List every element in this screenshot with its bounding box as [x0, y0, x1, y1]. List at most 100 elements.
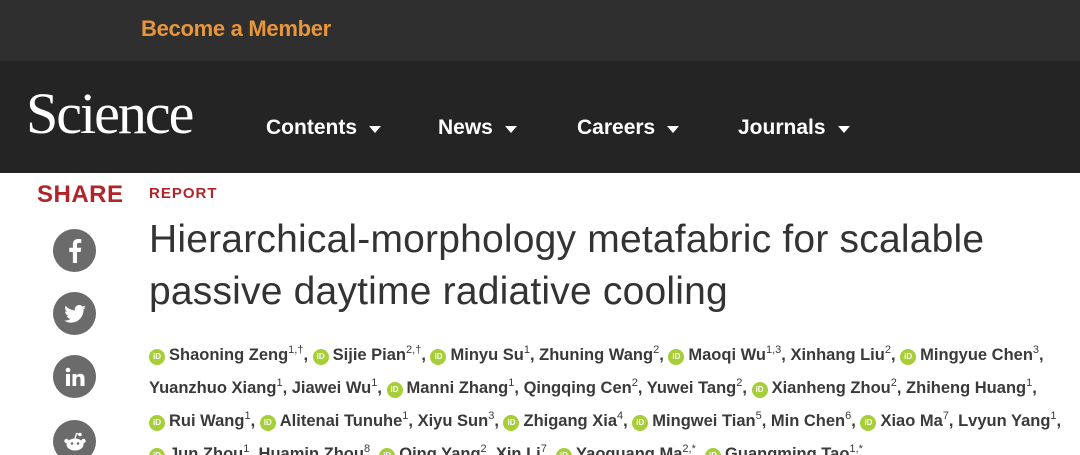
chevron-down-icon [369, 125, 381, 133]
author-link[interactable]: Min Chen6 [770, 410, 851, 430]
author-link[interactable]: Zhiheng Huang1 [906, 377, 1032, 397]
orcid-icon[interactable]: iD [632, 415, 649, 431]
author-separator: , [1039, 346, 1044, 364]
author-link[interactable]: Qingqing Cen2 [523, 377, 638, 397]
nav-contents-label: Contents [266, 116, 357, 139]
author-name: Mingyue Chen [920, 346, 1033, 364]
author-separator: , [514, 379, 524, 397]
author-affiliation: 1,3 [765, 344, 782, 356]
author-separator: , [303, 346, 313, 364]
nav-careers-menu[interactable]: Careers [577, 116, 680, 140]
orcid-icon[interactable]: iD [556, 448, 573, 455]
author-separator: , [1056, 412, 1062, 430]
author-name: Xianheng Zhou [771, 379, 891, 397]
author-affiliation: 1,† [288, 344, 304, 356]
author-separator: , [249, 445, 259, 455]
orcid-icon[interactable]: iD [149, 448, 165, 455]
author-link[interactable]: iD Manni Zhang1 [386, 377, 514, 398]
orcid-icon[interactable]: iD [149, 349, 165, 365]
author-name: Zhiheng Huang [906, 379, 1027, 397]
orcid-icon[interactable]: iD [705, 448, 722, 455]
orcid-icon[interactable]: iD [668, 349, 685, 365]
author-link[interactable]: Xinhang Liu2 [790, 344, 891, 364]
author-link[interactable]: Yuanzhuo Xiang1 [149, 377, 283, 397]
nav-journals-menu[interactable]: Journals [738, 116, 850, 140]
share-heading: SHARE [37, 181, 124, 208]
author-link[interactable]: Xin Li7 [495, 443, 547, 455]
author-name: Yuanzhuo Xiang [149, 379, 277, 397]
share-facebook-button[interactable] [53, 229, 96, 272]
orcid-icon[interactable]: iD [312, 349, 329, 365]
author-link[interactable]: iD Maoqi Wu1,3 [668, 344, 782, 365]
author-name: Maoqi Wu [688, 346, 766, 364]
author-separator: , [742, 379, 752, 397]
author-link[interactable]: iDYaoguang Ma2,* [556, 443, 696, 455]
author-affiliation: 1,* [849, 443, 863, 455]
author-name: Guangming Tao [725, 445, 850, 455]
author-name: Sijie Pian [332, 346, 407, 364]
orcid-icon[interactable]: iD [751, 382, 768, 398]
reddit-icon [63, 432, 86, 450]
author-link[interactable]: iD Alitenai Tunuhe1 [259, 410, 408, 431]
orcid-icon[interactable]: iD [149, 415, 165, 431]
author-link[interactable]: Jiawei Wu1 [292, 377, 378, 397]
author-name: Manni Zhang [406, 379, 509, 397]
author-name: Min Chen [770, 412, 846, 430]
author-link[interactable]: Lvyun Yang1 [958, 410, 1056, 430]
author-link[interactable]: iD Minyu Su1 [430, 344, 530, 365]
nav-contents-menu[interactable]: Contents [266, 116, 381, 140]
orcid-icon[interactable]: iD [900, 349, 917, 365]
author-separator: , [623, 412, 633, 430]
orcid-icon[interactable]: iD [386, 382, 403, 398]
author-link[interactable]: iD Sijie Pian2,† [312, 344, 421, 365]
author-name: Xin Li [495, 445, 541, 455]
author-link[interactable]: iD Mingyue Chen3 [900, 344, 1039, 365]
orcid-icon[interactable]: iD [259, 415, 276, 431]
author-name: Qingqing Cen [523, 379, 632, 397]
become-member-link[interactable]: Become a Member [141, 16, 331, 42]
orcid-icon[interactable]: iD [503, 415, 520, 431]
nav-news-label: News [438, 116, 493, 139]
author-link[interactable]: iD Shaoning Zeng1,† [149, 344, 304, 365]
author-link[interactable]: iD Zhigang Xia4 [503, 410, 623, 431]
author-name: Qing Yang [399, 445, 481, 455]
author-link[interactable]: iDQing Yang2 [379, 443, 487, 455]
author-separator: , [486, 445, 496, 455]
author-link[interactable]: iDJun Zhou1 [149, 443, 249, 455]
science-logo[interactable]: Science [26, 85, 194, 143]
main-nav: Science Contents News Careers Journals [0, 61, 1080, 173]
share-reddit-button[interactable] [53, 420, 96, 455]
nav-news-menu[interactable]: News [438, 116, 517, 140]
author-link[interactable]: Zhuning Wang2 [539, 344, 659, 364]
author-name: Rui Wang [169, 412, 245, 430]
share-twitter-button[interactable] [53, 292, 96, 335]
orcid-icon[interactable]: iD [379, 448, 396, 455]
nav-journals-label: Journals [738, 116, 826, 139]
author-separator: , [761, 412, 771, 430]
author-name: Zhigang Xia [523, 412, 617, 430]
author-name: Xinhang Liu [790, 346, 885, 364]
author-separator: , [377, 379, 387, 397]
facebook-icon [68, 238, 81, 263]
author-separator: , [659, 346, 669, 364]
orcid-icon[interactable]: iD [860, 415, 877, 431]
author-separator: , [282, 379, 292, 397]
author-name: Huamin Zhou [258, 445, 364, 455]
author-link[interactable]: iD Xianheng Zhou2 [751, 377, 897, 398]
author-name: Xiao Ma [880, 412, 943, 430]
author-link[interactable]: Huamin Zhou8 [258, 443, 371, 455]
author-link[interactable]: iD Mingwei Tian5 [632, 410, 762, 431]
orcid-icon[interactable]: iD [430, 349, 447, 365]
author-separator: , [529, 346, 540, 364]
author-link[interactable]: iDGuangming Tao1,* [705, 443, 863, 455]
author-separator: , [546, 445, 557, 455]
author-link[interactable]: Xiyu Sun3 [418, 410, 495, 430]
author-name: Lvyun Yang [958, 412, 1051, 430]
author-link[interactable]: iD Rui Wang1 [149, 410, 251, 431]
author-separator: , [637, 379, 647, 397]
author-link[interactable]: iD Xiao Ma7 [860, 410, 949, 431]
author-separator: , [695, 445, 706, 455]
author-link[interactable]: Yuwei Tang2 [647, 377, 743, 397]
share-linkedin-button[interactable] [53, 355, 96, 398]
chevron-down-icon [504, 125, 517, 133]
